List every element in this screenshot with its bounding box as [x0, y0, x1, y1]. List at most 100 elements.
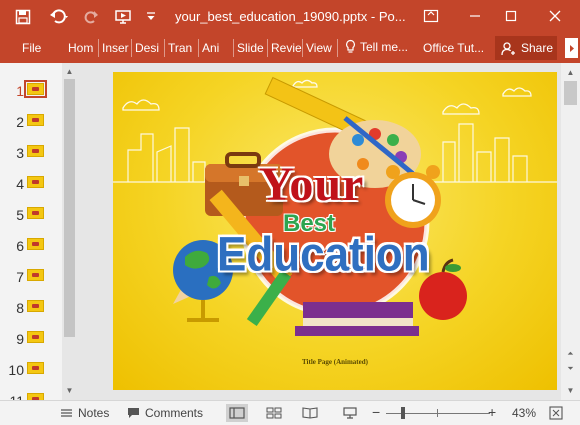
tab-divider: [164, 39, 165, 57]
slide-thumbnail[interactable]: 7: [0, 265, 62, 287]
minimize-icon[interactable]: [464, 6, 486, 26]
zoom-level[interactable]: 43%: [512, 406, 536, 420]
present-from-start-icon[interactable]: [113, 8, 135, 26]
zoom-slider-center-mark: [437, 409, 438, 417]
slide-caption: Title Page (Animated): [302, 358, 368, 366]
tab-divider: [131, 39, 132, 57]
slide-number: 2: [16, 114, 24, 130]
tab-divider: [302, 39, 303, 57]
tab-review[interactable]: Revie: [271, 41, 302, 55]
redo-icon[interactable]: [83, 8, 101, 26]
slide-thumbnail[interactable]: 11: [0, 389, 62, 400]
reading-view-icon: [302, 407, 318, 419]
slide-title-line3: Education: [217, 227, 430, 282]
maximize-icon[interactable]: [500, 6, 522, 26]
share-label: Share: [521, 41, 554, 55]
scroll-up-arrow-icon[interactable]: ▲: [565, 67, 576, 78]
share-button[interactable]: Share: [495, 36, 557, 60]
tab-design[interactable]: Desi: [135, 41, 163, 55]
slide-thumbnail[interactable]: 1: [0, 79, 62, 101]
tell-me-label: Tell me...: [360, 39, 409, 54]
previous-slide-icon[interactable]: ⏶: [565, 348, 576, 359]
tab-divider: [267, 39, 268, 57]
window-title: your_best_education_19090.pptx - Po...: [175, 9, 406, 24]
scroll-down-arrow-icon[interactable]: ▼: [565, 385, 576, 396]
notes-label: Notes: [78, 406, 110, 420]
ribbon-display-options-icon[interactable]: [420, 6, 442, 26]
slide-number: 4: [16, 176, 24, 192]
slide-thumbnail[interactable]: 2: [0, 110, 62, 132]
undo-icon[interactable]: [48, 8, 72, 26]
powerpoint-window: your_best_education_19090.pptx - Po... F…: [0, 0, 580, 425]
slide-number: 5: [16, 207, 24, 223]
slide-thumbnail[interactable]: 5: [0, 203, 62, 225]
slide-number: 9: [16, 331, 24, 347]
workspace: 1 2 3 4 5 6 7 8 9 10 ▲ ▼ Your Best Educa…: [0, 63, 580, 400]
slide-number: 7: [16, 269, 24, 285]
normal-view-icon: [229, 407, 245, 419]
tab-divider: [98, 39, 99, 57]
ribbon-tabs: File Hom Inser Desi Tran Ani Slide Revie…: [0, 33, 580, 63]
slide-thumbnail-image: [27, 393, 44, 400]
next-slide-icon[interactable]: ⏷: [565, 363, 576, 374]
zoom-slider-thumb[interactable]: [401, 407, 405, 419]
tab-animations[interactable]: Ani: [202, 41, 231, 55]
slide-thumbnail-image: [27, 145, 44, 157]
slide-number: 1: [16, 83, 24, 99]
tab-slide-show[interactable]: Slide: [237, 41, 267, 55]
normal-view-button[interactable]: [226, 404, 248, 422]
slide-show-button[interactable]: [339, 404, 361, 422]
slide-thumbnail[interactable]: 3: [0, 141, 62, 163]
slide-thumbnail-image: [27, 300, 44, 312]
slide-canvas[interactable]: Your Best Education Title Page (Animated…: [113, 72, 557, 390]
slide-sorter-view-button[interactable]: [263, 404, 285, 422]
slide-thumbnail[interactable]: 4: [0, 172, 62, 194]
status-bar: Notes Comments − + 43%: [0, 400, 580, 425]
tab-office-tutorials[interactable]: Office Tut...: [423, 41, 484, 55]
slide-thumbnail[interactable]: 9: [0, 327, 62, 349]
slide-thumbnail[interactable]: 6: [0, 234, 62, 256]
tab-view[interactable]: View: [306, 41, 336, 55]
reading-view-button[interactable]: [299, 404, 321, 422]
customize-quick-access-icon[interactable]: [145, 8, 157, 26]
slide-title-line1: Your: [259, 158, 365, 211]
slide-thumbnail-image: [27, 114, 44, 126]
zoom-out-button[interactable]: −: [372, 404, 380, 420]
notes-button[interactable]: Notes: [60, 406, 109, 420]
slide-scrollbar[interactable]: ▲ ⏶ ⏷ ▼: [561, 63, 580, 400]
zoom-in-button[interactable]: +: [488, 404, 496, 420]
thumbnail-scrollbar[interactable]: ▲ ▼: [62, 63, 77, 400]
slide-sorter-icon: [266, 407, 282, 419]
slide-number: 11: [4, 393, 24, 400]
tab-divider: [198, 39, 199, 57]
fit-slide-to-window-button[interactable]: [545, 404, 567, 422]
scrollbar-thumb[interactable]: [64, 79, 75, 337]
slide-thumbnail-image: [27, 362, 44, 374]
tab-home[interactable]: Hom: [68, 41, 98, 55]
ribbon-scroll-right-icon[interactable]: [565, 38, 578, 58]
scroll-down-arrow-icon[interactable]: ▼: [64, 385, 75, 396]
tab-transitions[interactable]: Tran: [168, 41, 196, 55]
scrollbar-thumb[interactable]: [564, 81, 577, 105]
save-icon[interactable]: [14, 8, 32, 26]
slide-thumbnail-image: [27, 207, 44, 219]
comment-icon: [128, 408, 139, 418]
books-illustration: [295, 302, 419, 336]
title-bar: your_best_education_19090.pptx - Po...: [0, 0, 580, 33]
fit-to-window-icon: [549, 406, 563, 420]
scroll-up-arrow-icon[interactable]: ▲: [64, 66, 75, 77]
slide-thumbnail[interactable]: 10: [0, 358, 62, 380]
slide-editor: Your Best Education Title Page (Animated…: [77, 63, 561, 400]
slide-show-icon: [343, 407, 357, 419]
comments-label: Comments: [145, 406, 204, 420]
comments-button[interactable]: Comments: [127, 406, 203, 420]
close-icon[interactable]: [544, 6, 566, 26]
tell-me-box[interactable]: Tell me...: [345, 39, 408, 54]
slide-thumbnail-image: [27, 269, 44, 281]
alarm-clock-illustration: [385, 165, 441, 228]
share-person-icon: [501, 41, 515, 55]
slide-thumbnail-image: [27, 176, 44, 188]
slide-thumbnail[interactable]: 8: [0, 296, 62, 318]
tab-insert[interactable]: Inser: [102, 41, 131, 55]
tab-file[interactable]: File: [22, 41, 41, 55]
